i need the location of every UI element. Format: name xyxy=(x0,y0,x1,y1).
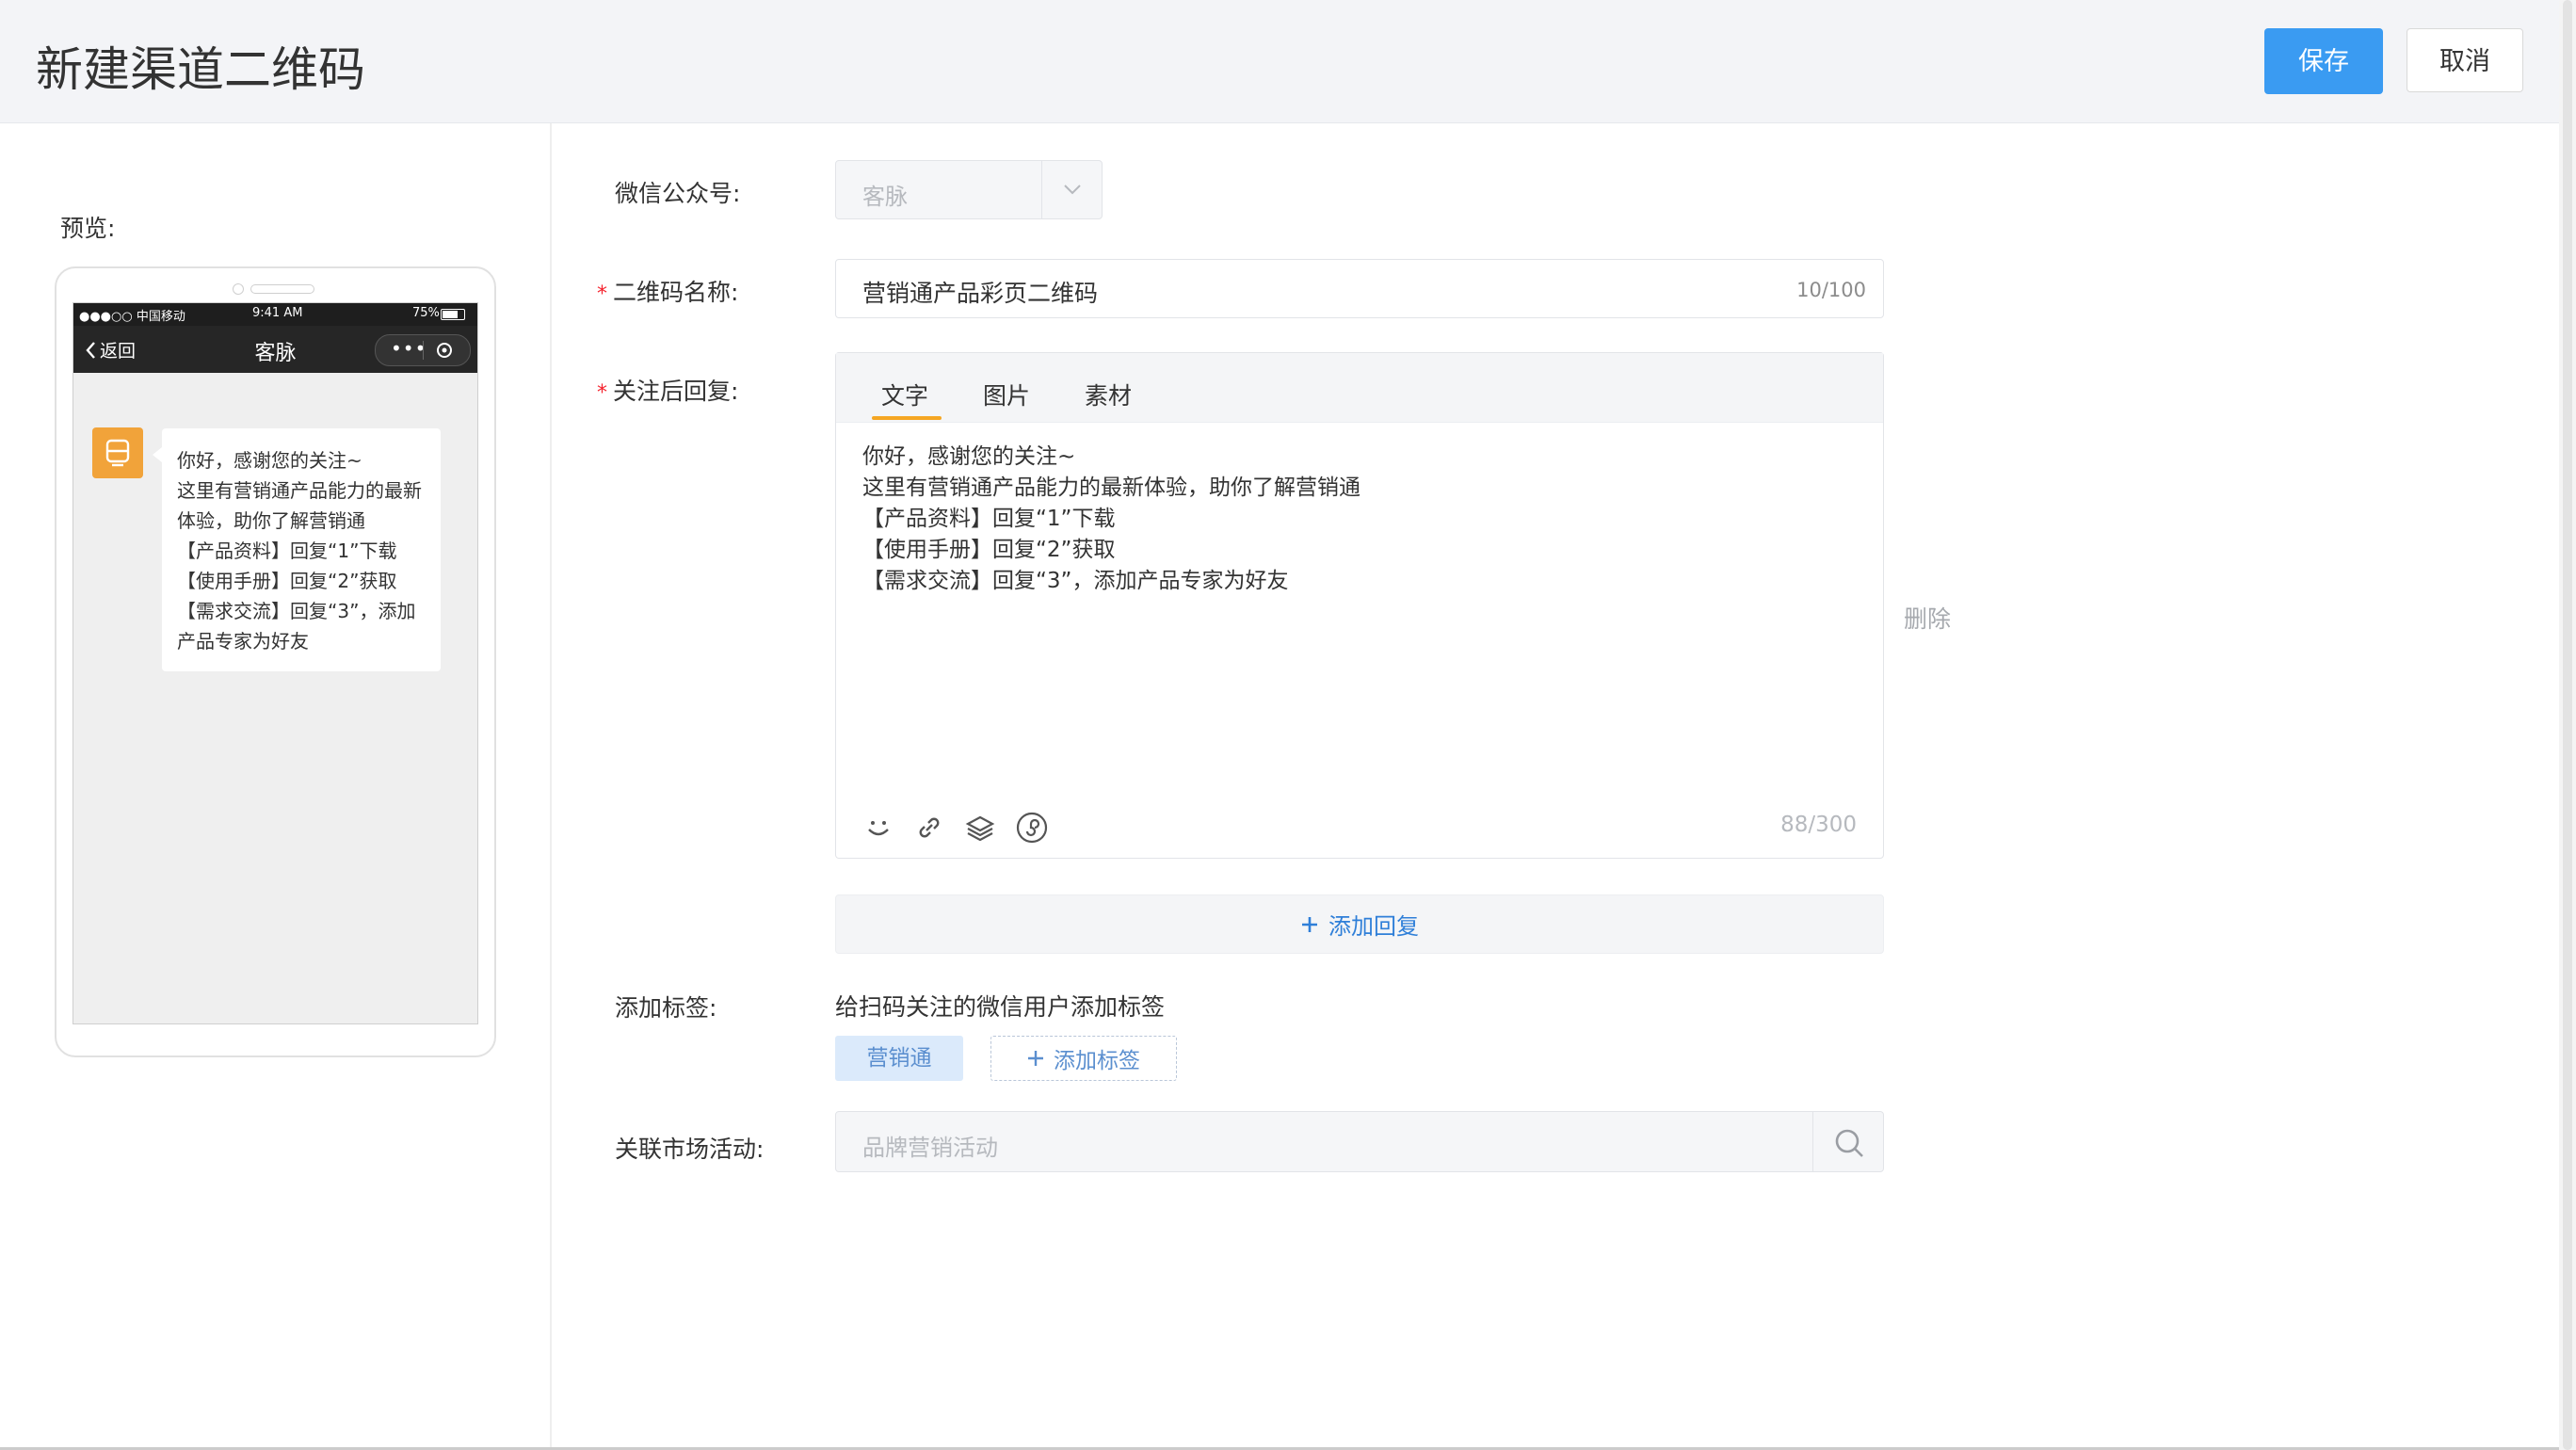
qr-name-value: 营销通产品彩页二维码 xyxy=(862,280,1099,307)
activity-label: 关联市场活动: xyxy=(615,1136,765,1163)
status-carrier: ●●●○○ 中国移动 xyxy=(79,310,185,324)
add-tag-label: 添加标签 xyxy=(1054,1049,1140,1073)
status-bar: ●●●○○ 中国移动 9:41 AM 75% xyxy=(73,303,477,326)
message-bubble: 你好，感谢您的关注~ 这里有营销通产品能力的最新体验，助你了解营销通 【产品资料… xyxy=(153,428,441,671)
select-arrow[interactable] xyxy=(1041,161,1103,218)
qr-name-input[interactable]: 营销通产品彩页二维码 10/100 xyxy=(835,259,1884,318)
more-icon: ••• xyxy=(391,337,427,360)
reply-toolbar xyxy=(862,811,1049,845)
camera-icon xyxy=(233,283,244,295)
close-target-icon xyxy=(437,343,452,358)
phone-nav-bar: 返回 客脉 ••• xyxy=(73,326,477,373)
delete-reply-link[interactable]: 删除 xyxy=(1904,601,1951,635)
save-button[interactable]: 保存 xyxy=(2264,28,2383,94)
preview-panel: 预览: ●●●○○ 中国移动 9:41 AM 75% 返回 客脉 ••• 你好，… xyxy=(0,123,552,1450)
qr-name-count: 10/100 xyxy=(1796,279,1866,301)
tab-active-indicator xyxy=(872,416,942,420)
battery-icon xyxy=(441,309,465,320)
wechat-account-label: 微信公众号: xyxy=(615,180,741,207)
page-header: 新建渠道二维码 保存 取消 xyxy=(0,0,2576,123)
layers-icon[interactable] xyxy=(964,812,996,844)
add-tag-button[interactable]: 添加标签 xyxy=(990,1036,1177,1081)
activity-placeholder: 品牌营销活动 xyxy=(862,1135,998,1161)
mini-program-capsule: ••• xyxy=(375,334,471,366)
plus-icon xyxy=(1302,916,1317,932)
activity-search-input[interactable]: 品牌营销活动 xyxy=(835,1111,1884,1172)
emoji-icon[interactable] xyxy=(862,812,894,844)
search-icon xyxy=(1835,1129,1863,1157)
wechat-account-value: 客脉 xyxy=(862,184,908,210)
mini-program-icon[interactable] xyxy=(1015,811,1049,845)
tab-image[interactable]: 图片 xyxy=(983,378,1030,411)
phone-mockup: ●●●○○ 中国移动 9:41 AM 75% 返回 客脉 ••• 你好，感谢您的… xyxy=(55,266,496,1057)
tags-hint: 给扫码关注的微信用户添加标签 xyxy=(835,993,1166,1021)
preview-label: 预览: xyxy=(60,215,116,242)
page-title: 新建渠道二维码 xyxy=(36,42,365,97)
tags-label: 添加标签: xyxy=(615,994,717,1022)
phone-screen: ●●●○○ 中国移动 9:41 AM 75% 返回 客脉 ••• 你好，感谢您的… xyxy=(72,302,478,1024)
status-battery: 75% xyxy=(412,306,440,320)
status-time: 9:41 AM xyxy=(252,306,303,320)
chevron-down-icon xyxy=(1064,185,1081,195)
bot-avatar-icon xyxy=(92,427,143,478)
tab-material[interactable]: 素材 xyxy=(1085,378,1132,411)
activity-search-button[interactable] xyxy=(1812,1112,1884,1171)
qr-name-label: * 二维码名称: xyxy=(597,279,739,306)
cancel-button[interactable]: 取消 xyxy=(2407,28,2523,92)
tag-chip[interactable]: 营销通 xyxy=(835,1036,963,1081)
scrollbar-thumb[interactable] xyxy=(2563,0,2572,1450)
reply-editor: 文字 图片 素材 你好，感谢您的关注~ 这里有营销通产品能力的最新体验，助你了解… xyxy=(835,352,1884,859)
scrollbar[interactable] xyxy=(2559,0,2576,1450)
speaker-icon xyxy=(250,284,314,294)
tab-text[interactable]: 文字 xyxy=(881,378,928,411)
reply-label: * 关注后回复: xyxy=(597,378,739,405)
plus-icon xyxy=(1028,1051,1043,1066)
reply-tabs: 文字 图片 素材 xyxy=(836,353,1883,423)
link-icon[interactable] xyxy=(913,812,945,844)
reply-textarea[interactable]: 你好，感谢您的关注~ 这里有营销通产品能力的最新体验，助你了解营销通 【产品资料… xyxy=(862,442,1860,597)
reply-char-count: 88/300 xyxy=(1780,813,1857,837)
add-reply-button[interactable]: 添加回复 xyxy=(835,894,1884,954)
add-reply-label: 添加回复 xyxy=(1328,913,1419,940)
wechat-account-select[interactable]: 客脉 xyxy=(835,160,1103,219)
